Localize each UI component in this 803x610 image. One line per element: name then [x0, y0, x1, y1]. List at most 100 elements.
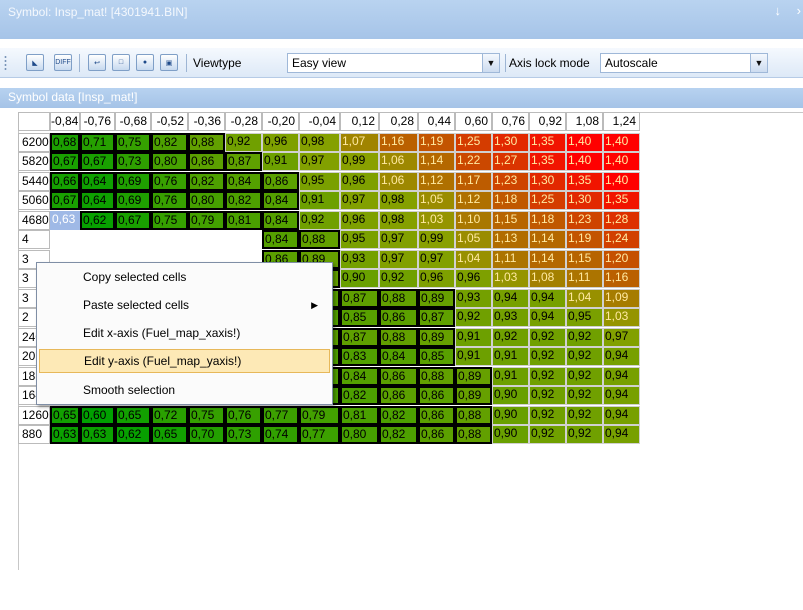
table-cell[interactable]: 1,30 [566, 191, 603, 210]
table-cell[interactable]: 0,90 [340, 269, 379, 288]
table-cell[interactable]: 0,97 [603, 327, 640, 347]
table-cell[interactable]: 0,92 [529, 425, 566, 444]
table-cell[interactable]: 1,04 [566, 288, 603, 308]
table-cell[interactable]: 0,85 [340, 308, 379, 327]
table-cell[interactable]: 0,84 [340, 366, 379, 386]
table-cell[interactable]: 0,69 [115, 191, 151, 210]
table-cell[interactable]: 0,93 [340, 249, 379, 269]
table-cell[interactable]: 0,95 [299, 171, 340, 191]
x-axis-header[interactable]: -0,20 [262, 112, 299, 131]
table-cell[interactable]: 0,65 [50, 405, 80, 425]
table-cell[interactable]: 1,22 [455, 152, 492, 171]
table-cell[interactable]: 0,92 [566, 366, 603, 386]
table-cell[interactable]: 0,96 [418, 269, 455, 288]
table-cell[interactable]: 0,94 [603, 425, 640, 444]
y-axis-header[interactable]: 1260 [18, 405, 50, 425]
table-cell[interactable]: 0,71 [80, 132, 115, 152]
table-cell[interactable]: 1,06 [379, 152, 418, 171]
table-cell[interactable]: 1,30 [492, 132, 529, 152]
table-cell[interactable]: 0,97 [340, 191, 379, 210]
y-axis-header[interactable]: 4680 [18, 210, 50, 230]
table-cell[interactable]: 0,91 [455, 347, 492, 366]
table-cell[interactable]: 0,97 [379, 230, 418, 249]
table-cell[interactable]: 1,40 [566, 152, 603, 171]
table-cell[interactable]: 0,92 [492, 327, 529, 347]
table-cell[interactable]: 0,98 [379, 191, 418, 210]
table-cell[interactable]: 0,73 [115, 152, 151, 171]
table-cell[interactable]: 0,87 [340, 327, 379, 347]
ctx-edit-x-axis[interactable]: Edit x-axis (Fuel_map_xaxis!) [39, 321, 330, 345]
table-cell[interactable]: 1,03 [603, 308, 640, 327]
table-cell[interactable]: 0,91 [262, 152, 299, 171]
table-cell[interactable]: 0,89 [455, 366, 492, 386]
table-cell[interactable]: 1,19 [566, 230, 603, 249]
table-cell[interactable]: 0,82 [340, 386, 379, 405]
table-cell[interactable]: 0,90 [492, 386, 529, 405]
x-axis-header[interactable]: 1,08 [566, 112, 603, 131]
table-cell[interactable]: 0,75 [151, 210, 188, 230]
table-cell[interactable]: 0,65 [115, 405, 151, 425]
table-cell[interactable]: 1,40 [566, 132, 603, 152]
table-cell[interactable]: 0,96 [262, 132, 299, 152]
table-cell[interactable]: 0,88 [455, 405, 492, 425]
table-cell[interactable]: 1,06 [379, 171, 418, 191]
table-cell[interactable]: 0,84 [225, 171, 262, 191]
x-axis-header[interactable]: -0,28 [225, 112, 262, 131]
table-cell[interactable]: 0,63 [50, 425, 80, 444]
table-cell[interactable]: 1,11 [492, 249, 529, 269]
table-cell[interactable]: 1,18 [492, 191, 529, 210]
ctx-smooth-selection[interactable]: Smooth selection [39, 378, 330, 402]
table-cell[interactable]: 0,84 [262, 191, 299, 210]
selected-table-cell[interactable]: 0,63 [50, 210, 80, 230]
table-cell[interactable]: 0,74 [262, 425, 299, 444]
table-cell[interactable]: 0,92 [379, 269, 418, 288]
table-cell[interactable]: 1,19 [418, 132, 455, 152]
table-cell[interactable]: 1,10 [455, 210, 492, 230]
table-cell[interactable]: 0,86 [418, 425, 455, 444]
table-cell[interactable]: 1,14 [529, 230, 566, 249]
table-cell[interactable]: 0,60 [80, 405, 115, 425]
table-cell[interactable]: 0,64 [80, 191, 115, 210]
table-cell[interactable]: 1,40 [603, 171, 640, 191]
table-cell[interactable]: 0,81 [225, 210, 262, 230]
table-cell[interactable]: 0,82 [188, 171, 225, 191]
toolbar-grip[interactable] [4, 55, 7, 71]
table-cell[interactable]: 0,65 [151, 425, 188, 444]
table-cell[interactable]: 1,14 [529, 249, 566, 269]
table-cell[interactable]: 1,25 [529, 191, 566, 210]
table-cell[interactable]: 0,89 [418, 327, 455, 347]
table-cell[interactable]: 0,94 [603, 405, 640, 425]
y-axis-header[interactable]: 4 [18, 230, 50, 249]
x-axis-header[interactable]: 0,28 [379, 112, 418, 131]
table-cell[interactable]: 0,92 [529, 405, 566, 425]
table-cell[interactable]: 1,05 [418, 191, 455, 210]
x-axis-header[interactable]: -0,04 [299, 112, 340, 131]
ctx-paste-cells[interactable]: Paste selected cells ▶ [39, 293, 330, 317]
table-cell[interactable]: 1,35 [529, 152, 566, 171]
axis-lock-select[interactable]: Autoscale [600, 53, 768, 73]
table-cell[interactable]: 1,15 [566, 249, 603, 269]
x-axis-header[interactable]: -0,52 [151, 112, 188, 131]
table-cell[interactable]: 0,84 [262, 230, 299, 249]
table-cell[interactable]: 0,96 [455, 269, 492, 288]
table-cell[interactable]: 0,98 [379, 210, 418, 230]
table-cell[interactable]: 0,95 [566, 308, 603, 327]
table-cell[interactable]: 1,24 [603, 230, 640, 249]
table-cell[interactable]: 1,17 [455, 171, 492, 191]
table-cell[interactable]: 0,88 [379, 288, 418, 308]
table-cell[interactable]: 0,92 [529, 327, 566, 347]
table-cell[interactable]: 0,91 [492, 366, 529, 386]
table-cell[interactable]: 0,92 [566, 347, 603, 366]
window-icon[interactable]: ▣ [160, 54, 178, 71]
table-cell[interactable]: 0,82 [379, 425, 418, 444]
table-cell[interactable]: 0,92 [529, 347, 566, 366]
table-cell[interactable]: 0,76 [151, 191, 188, 210]
table-cell[interactable]: 1,12 [455, 191, 492, 210]
table-cell[interactable]: 0,64 [80, 171, 115, 191]
pin-icon[interactable]: ↓ [775, 3, 782, 18]
table-cell[interactable]: 0,96 [340, 210, 379, 230]
table-cell[interactable]: 0,75 [188, 405, 225, 425]
table-cell[interactable]: 0,84 [379, 347, 418, 366]
table-cell[interactable]: 0,80 [151, 152, 188, 171]
table-cell[interactable]: 0,95 [340, 230, 379, 249]
